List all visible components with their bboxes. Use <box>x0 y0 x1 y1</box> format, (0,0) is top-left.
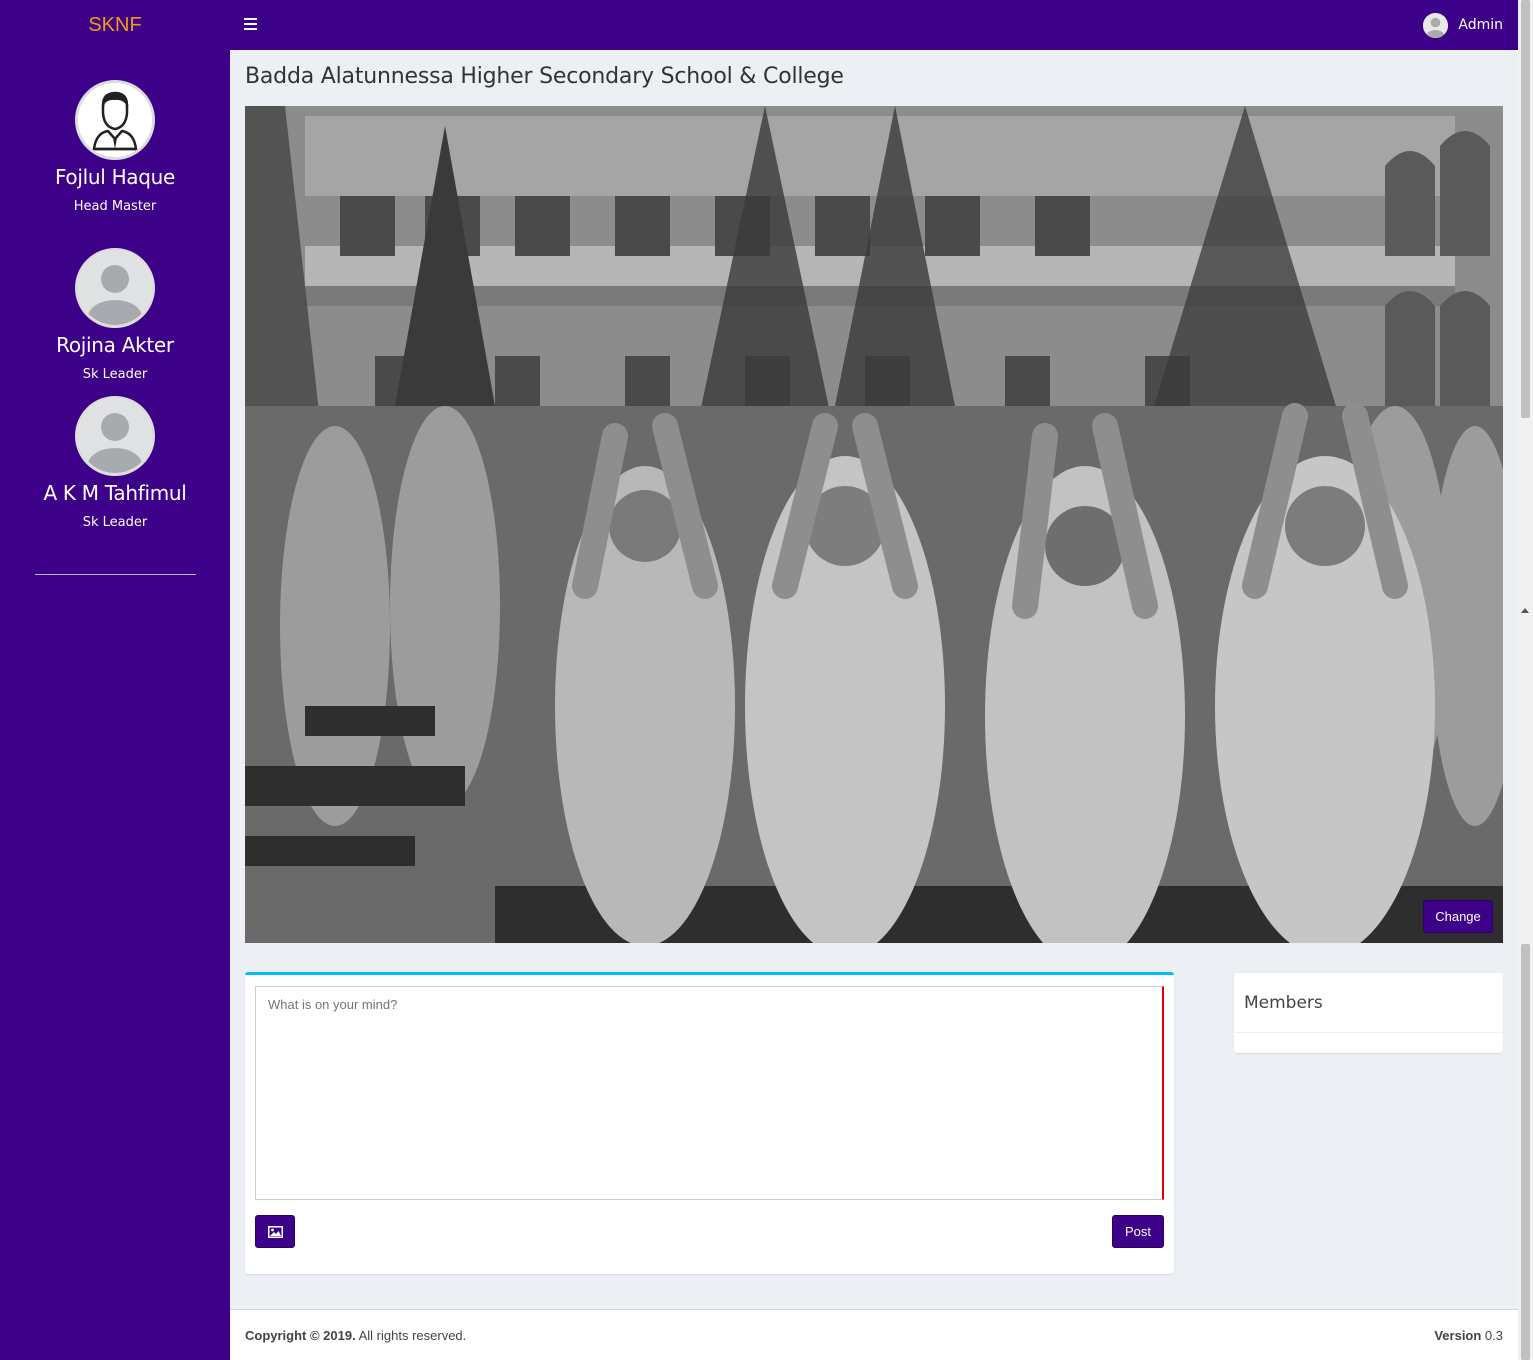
avatar <box>75 248 155 328</box>
version-value: 0.3 <box>1481 1328 1503 1343</box>
copyright-text: Copyright © 2019. All rights reserved. <box>245 1328 466 1343</box>
scroll-up-arrow-icon[interactable] <box>1521 608 1529 613</box>
member-card[interactable]: Rojina Akter Sk Leader <box>0 248 230 382</box>
post-button[interactable]: Post <box>1112 1215 1164 1248</box>
member-role: Sk Leader <box>82 515 148 530</box>
brand-logo[interactable]: SKNF <box>0 0 230 50</box>
copyright-bold: Copyright © 2019. <box>245 1328 356 1343</box>
sidebar-toggle-icon[interactable] <box>244 18 257 30</box>
member-name: Rojina Akter <box>56 333 174 357</box>
member-role: Sk Leader <box>82 367 148 382</box>
user-avatar-icon <box>1423 12 1449 38</box>
user-name: Admin <box>1458 17 1503 33</box>
member-name: Fojlul Haque <box>54 165 176 189</box>
copyright-rest: All rights reserved. <box>355 1328 467 1343</box>
cover-photo-illustration <box>245 106 1503 943</box>
version-label: Version <box>1434 1328 1482 1343</box>
member-role: Head Master <box>73 199 157 214</box>
change-cover-button[interactable]: Change <box>1423 900 1493 933</box>
image-icon <box>267 1225 283 1238</box>
post-textarea[interactable] <box>255 986 1164 1200</box>
user-placeholder-icon <box>78 399 152 473</box>
cover-image: Change <box>245 106 1503 943</box>
page-scrollbar[interactable] <box>1518 0 1533 1360</box>
members-divider <box>1234 1032 1503 1033</box>
sidebar: SKNF Fojlul Haque Head Master Rojina Akt… <box>0 0 230 1360</box>
brand-text: SKNF <box>88 13 142 36</box>
page-title: Badda Alatunnessa Higher Secondary Schoo… <box>245 64 844 89</box>
member-card[interactable]: A K M Tahfimul Sk Leader <box>0 396 230 530</box>
scrollbar-thumb[interactable] <box>1521 0 1530 418</box>
members-panel: Members <box>1234 973 1503 1053</box>
post-composer: Post <box>245 972 1174 1274</box>
scrollbar-thumb[interactable] <box>1521 944 1530 1360</box>
user-menu[interactable]: Admin <box>1423 12 1503 38</box>
footer: Copyright © 2019. All rights reserved. V… <box>230 1309 1518 1360</box>
member-name: A K M Tahfimul <box>43 481 187 505</box>
attach-image-button[interactable] <box>255 1215 295 1248</box>
version-text: Version 0.3 <box>1434 1328 1503 1343</box>
top-navbar: Admin <box>230 0 1518 50</box>
member-card[interactable]: Fojlul Haque Head Master <box>0 80 230 214</box>
headmaster-avatar-icon <box>78 83 152 157</box>
avatar <box>75 396 155 476</box>
avatar <box>75 80 155 160</box>
members-title: Members <box>1244 993 1323 1013</box>
sidebar-divider <box>35 574 196 575</box>
user-placeholder-icon <box>78 251 152 325</box>
